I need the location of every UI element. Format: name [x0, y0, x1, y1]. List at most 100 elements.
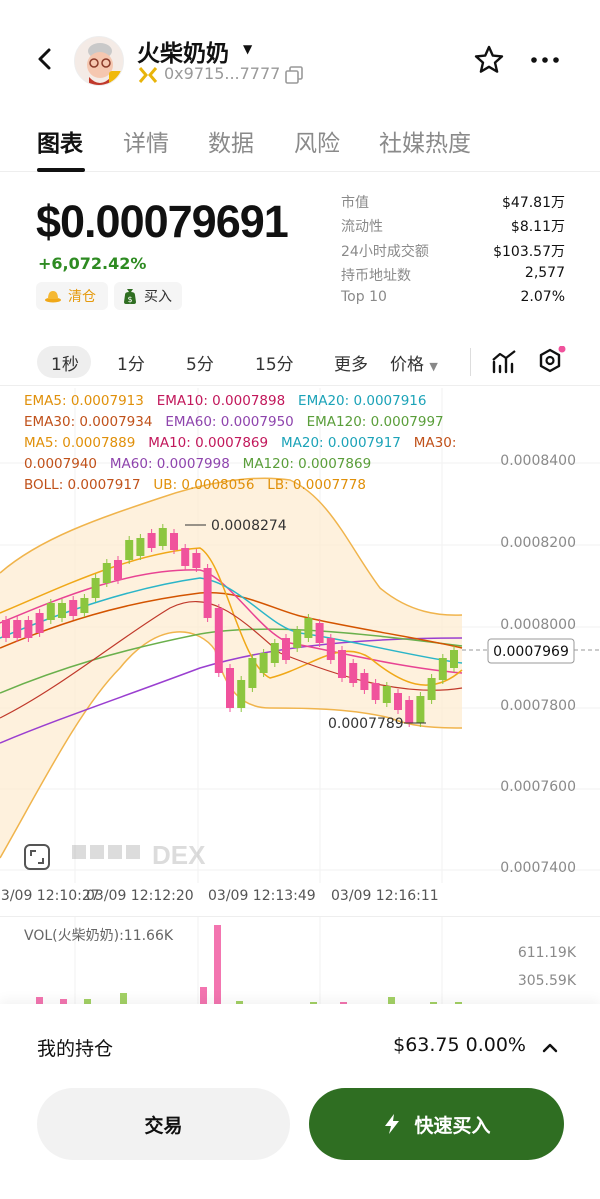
- holdings-panel: 我的持仓 $63.75 0.00% 交易 快速买入: [0, 1004, 600, 1199]
- x-tick: 03/09 12:12:20: [86, 888, 194, 904]
- back-arrow-icon[interactable]: [30, 44, 60, 74]
- stat-row: Top 10 2.07%: [341, 289, 565, 313]
- volume-tick: 305.59K: [517, 973, 576, 989]
- stat-value: $47.81万: [502, 195, 565, 211]
- y-tick: 0.0008000: [500, 617, 576, 633]
- money-bag-icon: $: [124, 289, 136, 304]
- indicator-legend-row: BOLL: 0.0007917 UB: 0.0008056 LB: 0.0007…: [24, 475, 366, 496]
- ema5-label: EMA5: 0.0007913: [24, 393, 144, 409]
- tab-risk[interactable]: 风险: [294, 124, 340, 158]
- boll-label: BOLL: 0.0007917: [24, 477, 141, 493]
- stat-value: $103.57万: [493, 243, 565, 260]
- tab-bar: 图表 详情 数据 风险 社媒热度: [0, 120, 600, 172]
- stat-label: 24小时成交额: [341, 243, 429, 260]
- hat-icon: [45, 291, 61, 303]
- ma20-label: MA20: 0.0007917: [280, 435, 401, 451]
- grandma-avatar-icon: [75, 37, 123, 85]
- quick-buy-label: 快速买入: [414, 1115, 491, 1137]
- okx-dex-watermark: DEX: [72, 840, 206, 870]
- clear-position-badge[interactable]: 清仓: [36, 282, 108, 310]
- ma5-label: MA5: 0.0007889: [24, 435, 136, 451]
- low-label: 0.0007789: [328, 716, 404, 732]
- holdings-value: $63.75 0.00%: [393, 1034, 526, 1056]
- indicator-legend-row: 0.0007940 MA60: 0.0007998 MA120: 0.00078…: [24, 454, 371, 475]
- buy-badge[interactable]: $ 买入: [114, 282, 182, 310]
- tab-data[interactable]: 数据: [208, 124, 254, 158]
- stat-label: Top 10: [341, 289, 387, 306]
- volume-tick: 611.19K: [517, 945, 576, 961]
- divider: [470, 348, 471, 376]
- y-tick: 0.0007800: [500, 698, 576, 714]
- ema60-label: EMA60: 0.0007950: [165, 414, 294, 430]
- bnb-chain-icon: [138, 67, 158, 83]
- timeframe-15m[interactable]: 15分: [255, 350, 294, 375]
- y-tick: 0.0008200: [500, 535, 576, 551]
- stat-value: $8.11万: [510, 219, 565, 236]
- x-tick: 03/09 12:16:11: [331, 888, 439, 904]
- tab-details[interactable]: 详情: [123, 124, 169, 158]
- stat-label: 市值: [341, 195, 369, 211]
- stat-row: 持币地址数 2,577: [341, 265, 565, 289]
- contract-address: 0x9715...7777: [164, 64, 281, 83]
- stat-row: 24小时成交额 $103.57万: [341, 241, 565, 265]
- price-type-select[interactable]: 价格 ▼: [390, 350, 438, 375]
- active-tab-indicator: [37, 168, 85, 172]
- current-price-tag-label: 0.0007969: [493, 644, 569, 660]
- buy-label: 买入: [144, 289, 172, 305]
- clear-label: 清仓: [68, 289, 96, 305]
- chevron-up-icon[interactable]: [540, 1038, 560, 1058]
- fullscreen-icon[interactable]: [24, 844, 50, 870]
- timeframe-1m[interactable]: 1分: [117, 350, 145, 375]
- holdings-label: 我的持仓: [37, 1038, 114, 1060]
- price-type-label: 价格: [390, 355, 424, 375]
- ma10-label: MA10: 0.0007869: [148, 435, 269, 451]
- indicator-legend-row: EMA5: 0.0007913 EMA10: 0.0007898 EMA20: …: [24, 391, 426, 412]
- price-chart[interactable]: 0.0008274 0.0007789 0.0007969 DEX EMA5: …: [0, 388, 600, 918]
- trade-button-label: 交易: [144, 1115, 183, 1137]
- star-icon[interactable]: [473, 44, 505, 76]
- timeframe-5m[interactable]: 5分: [186, 350, 214, 375]
- stat-value: 2.07%: [520, 289, 565, 306]
- tab-social[interactable]: 社媒热度: [379, 124, 471, 158]
- indicator-chart-icon[interactable]: [490, 348, 518, 376]
- price-change: +6,072.42%: [38, 254, 147, 273]
- volume-bar: [200, 987, 207, 1005]
- copy-icon[interactable]: [285, 66, 303, 84]
- svg-text:$: $: [127, 295, 132, 304]
- lightning-icon: [385, 1114, 400, 1134]
- timeframe-1s[interactable]: 1秒: [51, 350, 79, 375]
- ub-label: UB: 0.0008056: [153, 477, 255, 493]
- y-tick: 0.0008400: [500, 453, 576, 469]
- quick-buy-button[interactable]: 快速买入: [309, 1088, 564, 1160]
- ma120-label: MA120: 0.0007869: [242, 456, 372, 472]
- settings-hex-icon[interactable]: [536, 346, 566, 376]
- stat-row: 流动性 $8.11万: [341, 216, 565, 240]
- caret-down-icon[interactable]: ▼: [243, 42, 252, 56]
- volume-bar: [214, 925, 221, 1005]
- y-tick: 0.0007400: [500, 860, 576, 876]
- volume-panel: VOL(火柴奶奶):11.66K 611.19K 305.59K: [0, 916, 600, 1006]
- stat-label: 流动性: [341, 219, 383, 236]
- stat-value: 2,577: [524, 264, 565, 281]
- current-price: $0.00079691: [36, 196, 289, 247]
- trade-button[interactable]: 交易: [37, 1088, 290, 1160]
- high-label: 0.0008274: [211, 518, 287, 534]
- stat-label: 持币地址数: [341, 267, 411, 284]
- token-avatar: [74, 36, 124, 86]
- ma60-label: MA60: 0.0007998: [109, 456, 230, 472]
- tab-chart[interactable]: 图表: [37, 124, 83, 158]
- timeframe-more[interactable]: 更多: [334, 350, 368, 375]
- y-tick: 0.0007600: [500, 779, 576, 795]
- more-icon[interactable]: [528, 46, 562, 74]
- caret-down-icon: ▼: [429, 360, 438, 373]
- x-tick: 03/09 12:13:49: [208, 888, 316, 904]
- stat-row: 市值 $47.81万: [341, 192, 565, 216]
- token-name[interactable]: 火柴奶奶: [137, 34, 229, 68]
- ema10-label: EMA10: 0.0007898: [156, 393, 286, 409]
- indicator-legend-row: EMA30: 0.0007934 EMA60: 0.0007950 EMA120…: [24, 412, 444, 433]
- ma30-label: MA30:: [413, 435, 457, 451]
- volume-title: VOL(火柴奶奶):11.66K: [24, 928, 174, 944]
- indicator-legend-row: MA5: 0.0007889 MA10: 0.0007869 MA20: 0.0…: [24, 433, 456, 454]
- svg-text:DEX: DEX: [152, 840, 206, 870]
- ema30-label: EMA30: 0.0007934: [24, 414, 153, 430]
